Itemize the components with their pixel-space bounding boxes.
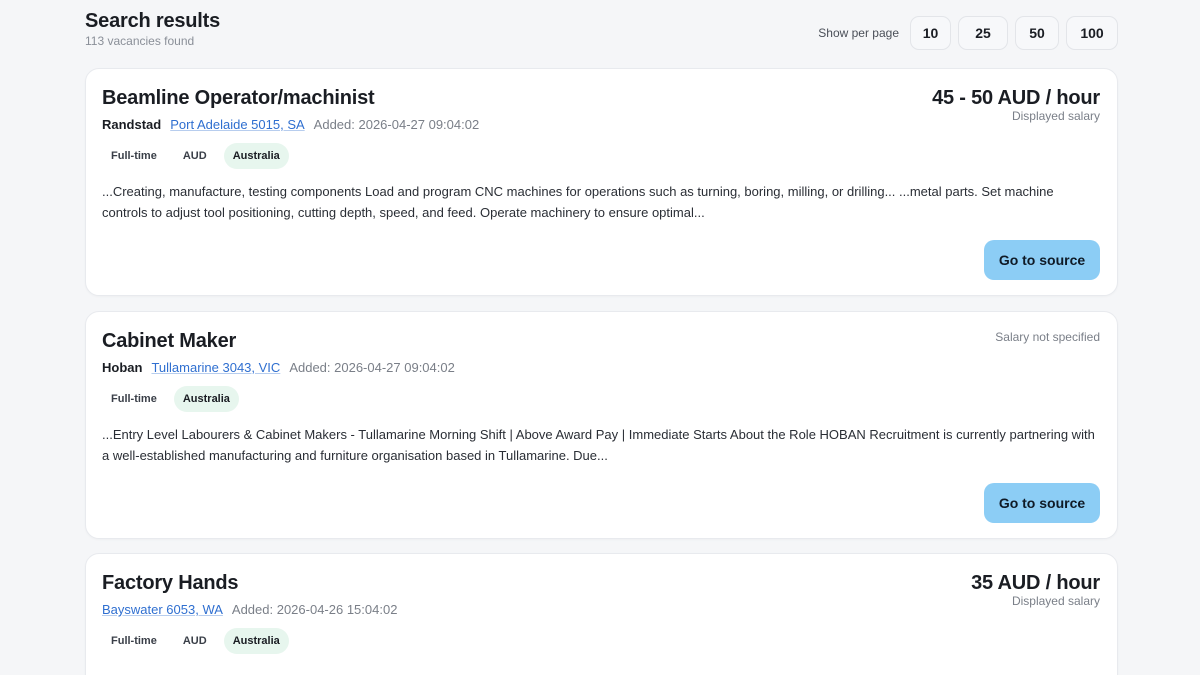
- job-meta: Randstad Port Adelaide 5015, SA Added: 2…: [102, 117, 479, 132]
- job-location-link[interactable]: Bayswater 6053, WA: [102, 602, 223, 617]
- salary-note: Displayed salary: [1011, 594, 1100, 608]
- job-tags: Full-time AUD Australia: [102, 628, 289, 654]
- job-meta: Hoban Tullamarine 3043, VIC Added: 2026-…: [102, 360, 455, 375]
- added-date: Added: 2026-04-27 09:04:02: [289, 360, 455, 375]
- currency-tag: AUD: [173, 628, 216, 654]
- salary-note: Displayed salary: [1011, 109, 1100, 123]
- salary-not-specified: Salary not specified: [995, 330, 1100, 344]
- job-title[interactable]: Cabinet Maker: [102, 330, 236, 353]
- company-name: Hoban: [102, 360, 143, 375]
- job-location-link[interactable]: Tullamarine 3043, VIC: [151, 360, 280, 375]
- country-tag: Australia: [173, 386, 239, 412]
- job-tags: Full-time Australia: [102, 386, 239, 412]
- per-page-selector: Show per page 10 25 50 100: [818, 16, 1118, 50]
- job-meta: Bayswater 6053, WA Added: 2026-04-26 15:…: [102, 602, 397, 617]
- currency-tag: AUD: [173, 143, 216, 169]
- employment-type-tag: Full-time: [102, 143, 166, 169]
- country-tag: Australia: [223, 628, 289, 654]
- job-description: ...Entry Level Labourers & Cabinet Maker…: [102, 427, 1095, 463]
- vacancy-card: Factory Hands 35 AUD / hour Displayed sa…: [85, 553, 1118, 675]
- employment-type-tag: Full-time: [102, 386, 166, 412]
- per-page-25-button[interactable]: 25: [958, 16, 1008, 50]
- job-tags: Full-time AUD Australia: [102, 143, 289, 169]
- per-page-label: Show per page: [818, 26, 899, 40]
- go-to-source-button[interactable]: Go to source: [984, 240, 1100, 280]
- added-date: Added: 2026-04-27 09:04:02: [313, 117, 480, 132]
- per-page-10-button[interactable]: 10: [910, 16, 951, 50]
- go-to-source-button[interactable]: Go to source: [984, 483, 1100, 523]
- employment-type-tag: Full-time: [102, 628, 166, 654]
- per-page-50-button[interactable]: 50: [1015, 16, 1059, 50]
- country-tag: Australia: [223, 143, 289, 169]
- job-title[interactable]: Factory Hands: [102, 572, 239, 595]
- vacancy-card: Cabinet Maker Salary not specified Hoban…: [85, 311, 1118, 539]
- results-count: 113 vacancies found: [85, 34, 195, 48]
- per-page-100-button[interactable]: 100: [1066, 16, 1118, 50]
- job-title[interactable]: Beamline Operator/machinist: [102, 87, 375, 110]
- salary-value: 45 - 50 AUD / hour: [932, 87, 1100, 109]
- results-header: Search results 113 vacancies found Show …: [85, 0, 1118, 68]
- job-location-link[interactable]: Port Adelaide 5015, SA: [170, 117, 304, 132]
- company-name: Randstad: [102, 117, 162, 132]
- search-results-page: Search results 113 vacancies found Show …: [85, 0, 1118, 675]
- salary-value: 35 AUD / hour: [971, 572, 1100, 594]
- page-title: Search results: [85, 10, 221, 32]
- added-date: Added: 2026-04-26 15:04:02: [231, 602, 398, 617]
- vacancy-card: Beamline Operator/machinist 45 - 50 AUD …: [85, 68, 1118, 296]
- job-description: ...Creating, manufacture, testing compon…: [102, 184, 1054, 220]
